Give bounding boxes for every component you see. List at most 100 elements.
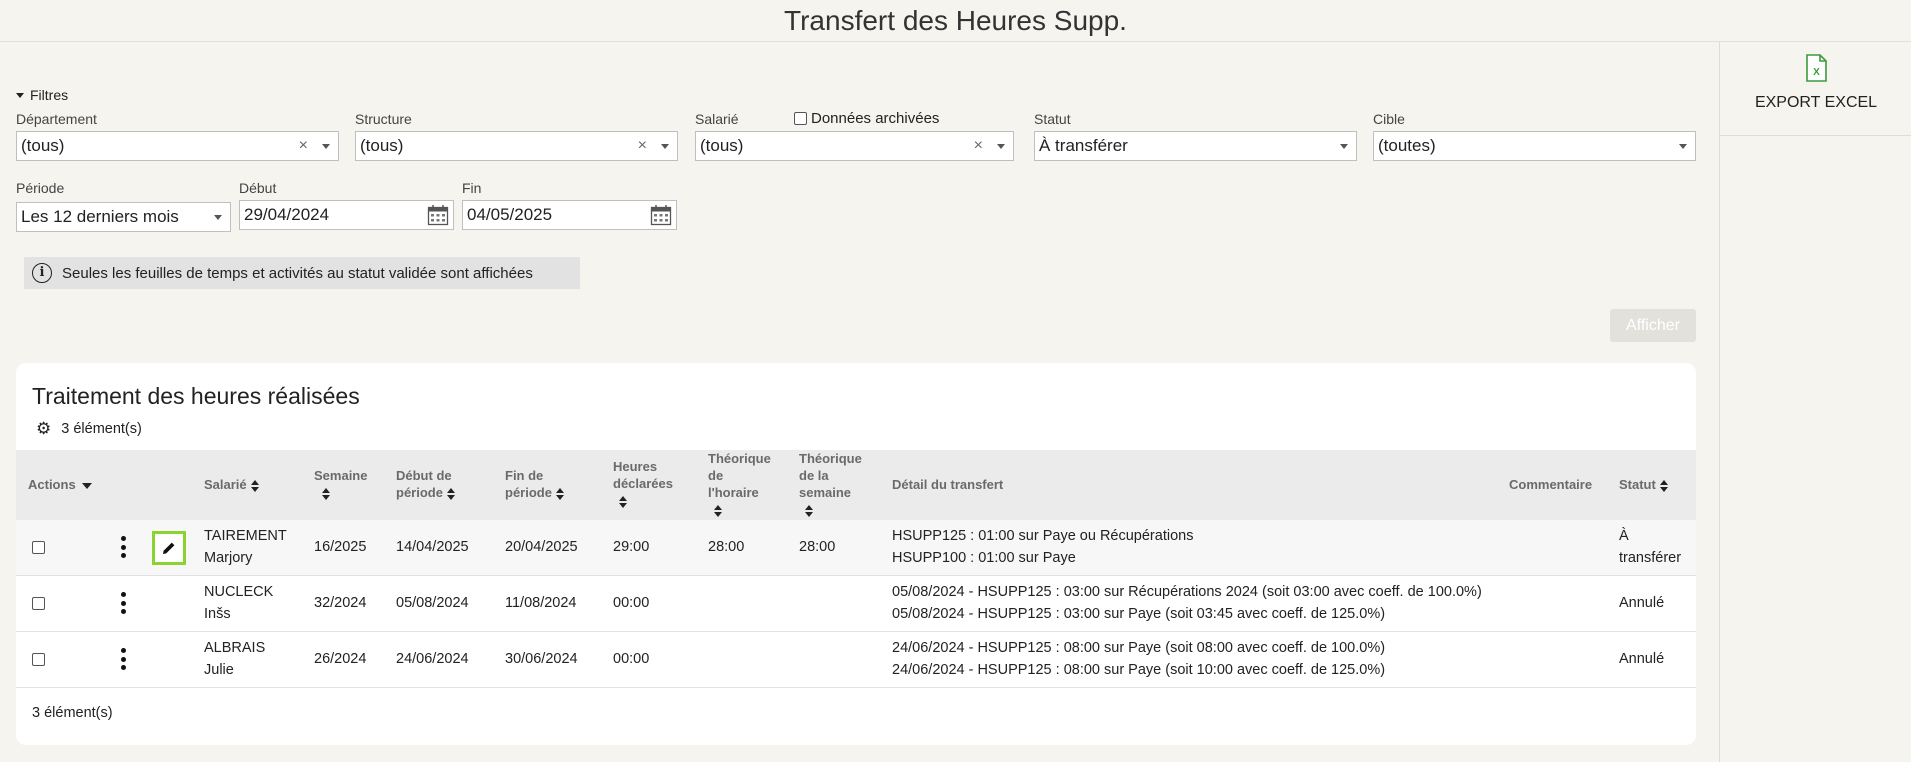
structure-select[interactable]: (tous) × [355,131,678,161]
header-theorique-horaire[interactable]: Théorique de l'horaire [708,450,771,518]
table-row[interactable]: NUCLECK Inšs 32/2024 05/08/2024 11/08/202… [16,576,1696,632]
cible-select[interactable]: (toutes) [1373,131,1696,161]
cell-heures: 00:00 [613,595,650,611]
results-card: Traitement des heures réalisées ⚙ 3 élém… [16,363,1696,745]
cell-debut: 14/04/2025 [396,539,469,555]
row-checkbox[interactable] [32,541,45,554]
clear-icon[interactable]: × [974,132,983,160]
page-title: Transfert des Heures Supp. [0,0,1911,42]
departement-label: Département [16,111,97,127]
row-checkbox[interactable] [32,653,45,666]
sort-icon [1659,479,1669,492]
header-fin-periode[interactable]: Fin de période [505,467,565,501]
header-commentaire: Commentaire [1509,477,1593,492]
archived-label: Données archivées [811,110,940,127]
checkbox[interactable] [794,112,807,125]
clear-icon[interactable]: × [638,132,647,160]
cell-prenom: Julie [204,662,234,678]
pencil-icon [163,542,175,554]
structure-label: Structure [355,111,412,127]
departement-value: (tous) [21,136,65,155]
cell-fin: 20/04/2025 [505,539,578,555]
detail-line: 05/08/2024 - HSUPP125 : 03:00 sur Paye (… [892,606,1386,622]
debut-date-input[interactable]: 29/04/2024 [239,200,454,230]
table-header: Actions Salarié Semaine Début de période … [16,450,1696,520]
cell-fin: 11/08/2024 [505,595,577,611]
departement-select[interactable]: (tous) × [16,131,339,161]
header-th-semaine-line1: Théorique [799,451,862,466]
cell-detail: HSUPP125 : 01:00 sur Paye ou Récupératio… [892,525,1193,569]
sort-icon [555,487,565,500]
cell-nom: TAIREMENT [204,528,287,544]
chevron-down-icon [661,144,669,149]
header-fin-line2: période [505,485,552,500]
caret-down-icon [81,482,92,489]
right-panel: X EXPORT EXCEL [1719,42,1911,762]
header-semaine[interactable]: Semaine [314,467,367,501]
header-th-horaire-line3: l'horaire [708,485,759,500]
sort-icon [322,487,331,500]
salarie-label: Salarié [695,111,739,127]
cell-nom: ALBRAIS [204,640,266,656]
cell-statut: Annulé [1619,595,1665,611]
detail-line: 05/08/2024 - HSUPP125 : 03:00 sur Récupé… [892,584,1482,600]
chevron-down-icon [214,215,222,220]
row-checkbox[interactable] [32,597,45,610]
fin-date-input[interactable]: 04/05/2025 [462,200,677,230]
chevron-down-icon [322,144,330,149]
info-banner: i Seules les feuilles de temps et activi… [24,257,580,289]
table-count-label: 3 élément(s) [61,420,142,437]
calendar-icon[interactable] [650,204,672,226]
filters-toggle[interactable]: Filtres [16,87,68,103]
more-options-icon[interactable] [120,592,126,614]
fin-label: Fin [462,180,482,196]
header-debut-periode[interactable]: Début de période [396,467,456,501]
gear-icon[interactable]: ⚙ [36,420,51,437]
cell-prenom: Marjory [204,550,253,566]
edit-button[interactable] [152,531,186,565]
caret-down-icon [16,92,24,98]
header-actions[interactable]: Actions [28,476,92,493]
cell-detail: 05/08/2024 - HSUPP125 : 03:00 sur Récupé… [892,581,1482,625]
periode-select[interactable]: Les 12 derniers mois [16,202,231,232]
cible-value: (toutes) [1378,136,1436,155]
header-theorique-semaine[interactable]: Théorique de la semaine [799,450,862,518]
periode-label: Période [16,180,65,196]
statut-select[interactable]: À transférer [1034,131,1357,161]
more-options-icon[interactable] [120,648,126,670]
debut-value: 29/04/2024 [244,205,330,224]
sort-icon [805,504,814,517]
excel-icon: X [1806,54,1827,82]
export-excel-button[interactable]: X EXPORT EXCEL [1720,42,1911,136]
cell-salarie: ALBRAIS Julie [204,637,265,681]
periode-value: Les 12 derniers mois [21,207,179,226]
table-row[interactable]: ALBRAIS Julie 26/2024 24/06/2024 30/06/20… [16,632,1696,688]
header-th-horaire-line2: de [708,468,724,483]
chevron-down-icon [1679,144,1687,149]
salarie-select[interactable]: (tous) × [695,131,1014,161]
archived-checkbox[interactable]: Données archivées [794,110,939,127]
header-debut-line2: période [396,485,443,500]
cell-semaine: 26/2024 [314,651,367,667]
header-salarie[interactable]: Salarié [204,476,260,493]
cell-semaine: 16/2025 [314,539,367,555]
debut-label: Début [239,180,277,196]
statut-line: À [1619,528,1629,544]
header-heures-declarees[interactable]: Heures déclarées [613,458,673,509]
table-row[interactable]: TAIREMENT Marjory 16/2025 14/04/2025 20/0… [16,520,1696,576]
chevron-down-icon [997,144,1005,149]
more-options-icon[interactable] [120,536,126,558]
cell-detail: 24/06/2024 - HSUPP125 : 08:00 sur Paye (… [892,637,1385,681]
calendar-icon[interactable] [427,204,449,226]
header-statut[interactable]: Statut [1619,476,1669,493]
header-heures-line1: Heures [613,459,658,474]
detail-line: HSUPP100 : 01:00 sur Paye [892,550,1076,566]
header-detail-transfert: Détail du transfert [892,477,1004,492]
header-semaine-label: Semaine [314,468,368,483]
afficher-button[interactable]: Afficher [1610,309,1696,342]
info-message: Seules les feuilles de temps et activité… [62,264,533,282]
cell-statut: Àtransférer [1619,525,1681,569]
svg-text:X: X [1813,67,1820,78]
clear-icon[interactable]: × [299,132,308,160]
header-th-horaire-line1: Théorique [708,451,771,466]
